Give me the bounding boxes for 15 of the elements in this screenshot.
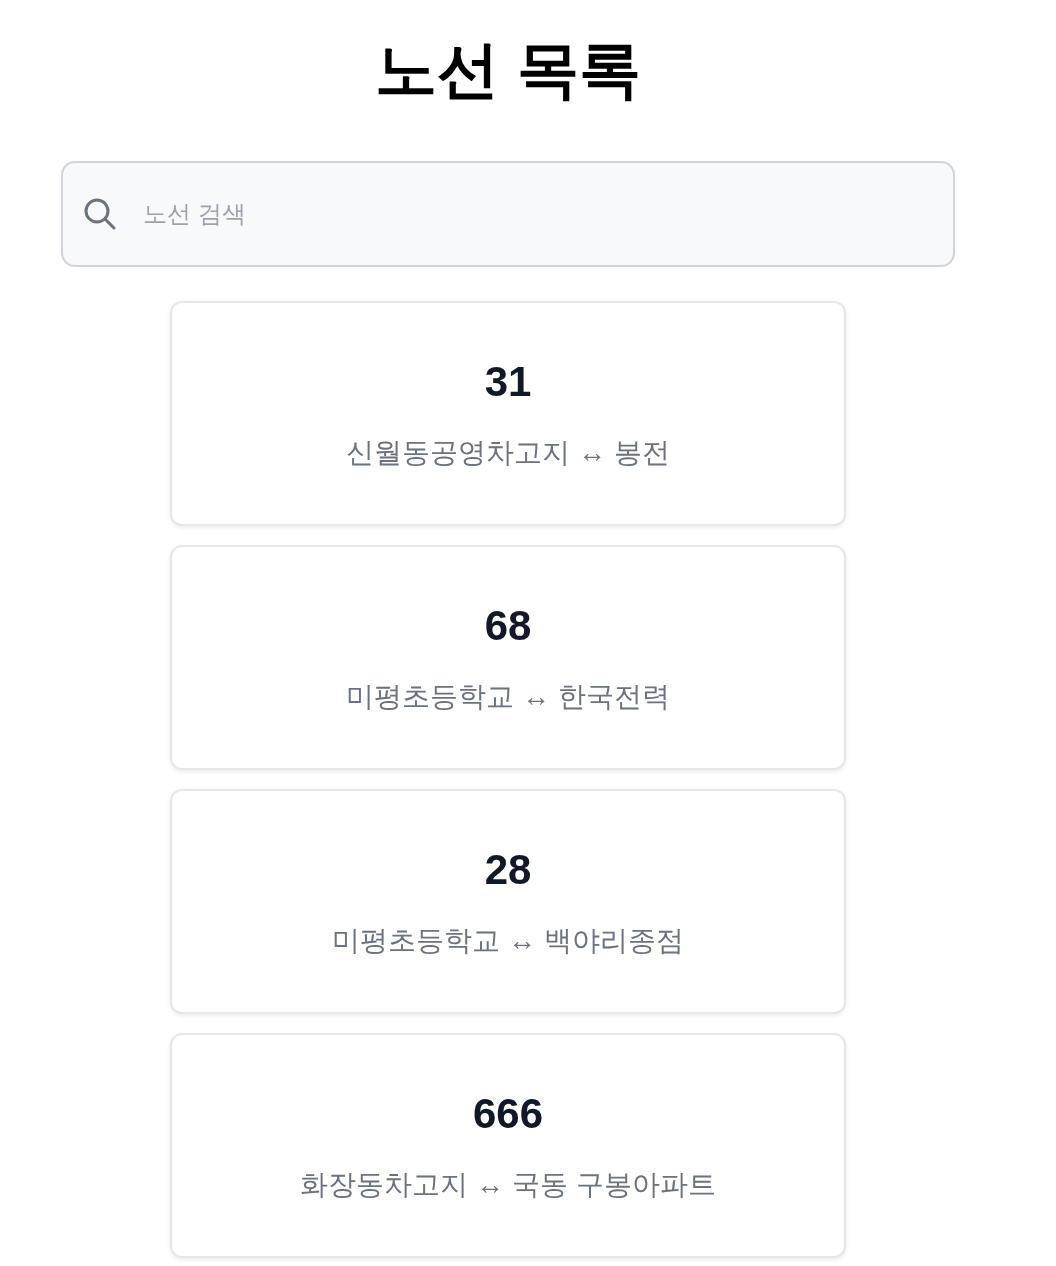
route-number: 31 (484, 357, 532, 407)
search-icon (83, 197, 117, 231)
route-number: 666 (472, 1089, 544, 1139)
route-number: 28 (484, 845, 532, 895)
route-card[interactable]: 28 미평초등학교 ↔ 백야리종점 (170, 789, 846, 1014)
route-text: 신월동공영차고지 ↔ 봉전 (346, 436, 670, 470)
route-text: 미평초등학교 ↔ 한국전력 (346, 680, 670, 714)
page-title: 노선 목록 (375, 34, 641, 106)
search-field[interactable]: 노선 검색 (61, 161, 955, 267)
route-card[interactable]: 666 화장동차고지 ↔ 국동 구봉아파트 (170, 1033, 846, 1258)
route-card[interactable]: 68 미평초등학교 ↔ 한국전력 (170, 545, 846, 770)
route-card[interactable]: 31 신월동공영차고지 ↔ 봉전 (170, 301, 846, 526)
route-number: 68 (484, 601, 532, 651)
route-text: 미평초등학교 ↔ 백야리종점 (332, 924, 684, 958)
route-text: 화장동차고지 ↔ 국동 구봉아파트 (300, 1168, 716, 1202)
